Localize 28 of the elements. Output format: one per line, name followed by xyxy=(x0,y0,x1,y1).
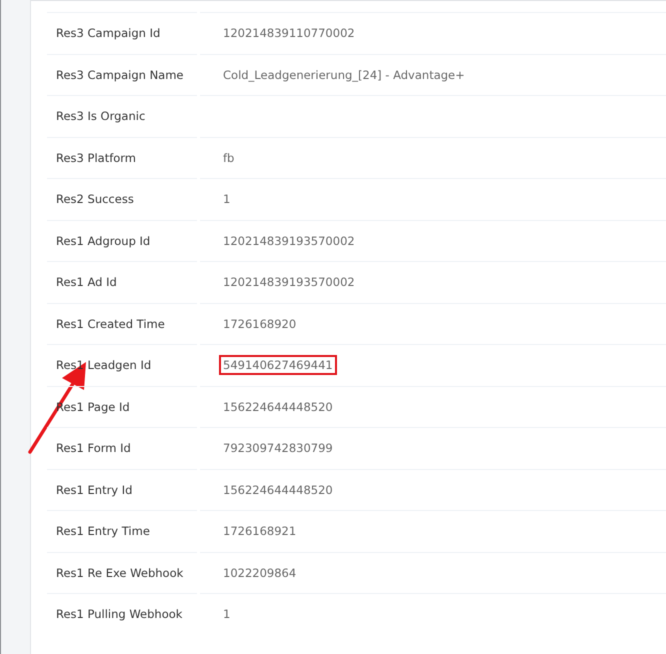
field-label: Res3 Campaign Name xyxy=(56,68,184,82)
field-value: Cold_Leadgenerierung_[24] - Advantage+ xyxy=(222,66,466,84)
field-value: 120214839110770002 xyxy=(222,25,356,42)
field-label: Res1 Adgroup Id xyxy=(56,234,150,248)
field-value: fb xyxy=(222,150,236,167)
field-value: 156224644448520 xyxy=(222,482,334,499)
field-label: Res1 Pulling Webhook xyxy=(56,607,182,622)
field-value: 120214839193570002 xyxy=(222,274,356,292)
field-value: 1726168921 xyxy=(222,523,298,540)
field-value: 792309742830799 xyxy=(222,440,334,458)
field-value: 1 xyxy=(222,191,232,208)
field-label: Res2 Success xyxy=(56,192,134,206)
field-value: 120214839193570002 xyxy=(222,232,356,250)
field-label: Res1 Created Time xyxy=(56,316,165,331)
field-label: Res3 Platform xyxy=(56,150,136,165)
field-label: Res1 Form Id xyxy=(56,441,131,456)
field-label: Res1 Leadgen Id xyxy=(56,358,152,372)
field-label: Res1 Entry Id xyxy=(56,482,132,497)
field-value: 1 xyxy=(222,606,232,624)
field-label: Res3 Campaign Id xyxy=(56,26,160,40)
field-value: 1726168920 xyxy=(222,316,298,333)
field-value: 1022209864 xyxy=(222,564,298,582)
field-value: 156224644448520 xyxy=(222,398,334,416)
field-label: Res1 Entry Time xyxy=(56,524,150,538)
field-label: Res3 Is Organic xyxy=(56,109,146,124)
highlighted-field-value: 549140627469441 xyxy=(220,356,336,374)
field-label: Res1 Re Exe Webhook xyxy=(56,566,184,580)
field-label: Res1 Ad Id xyxy=(56,275,117,290)
